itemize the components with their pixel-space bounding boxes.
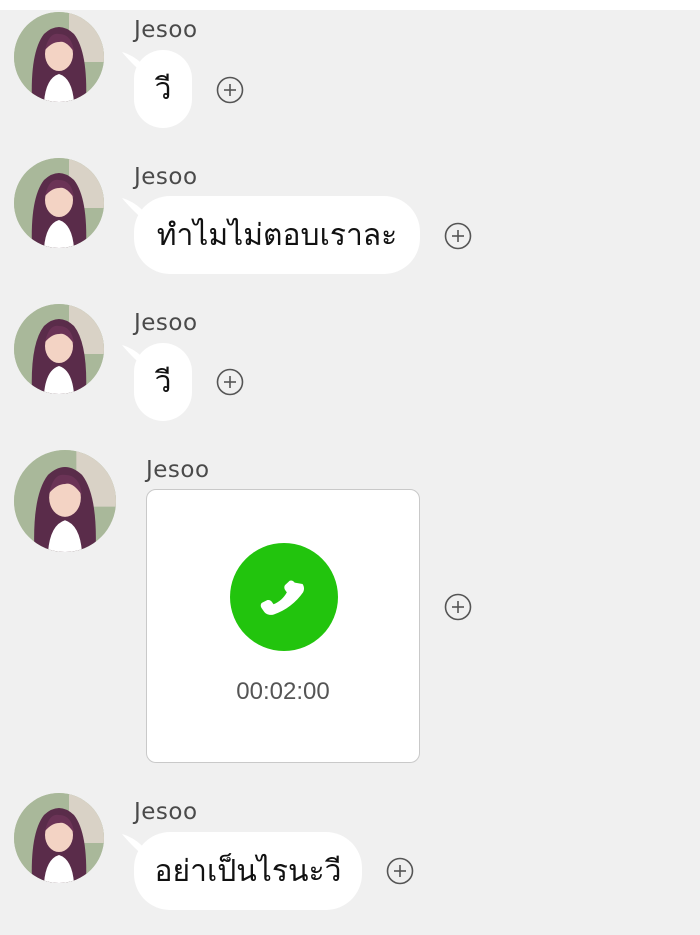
add-reaction-button[interactable] bbox=[444, 593, 472, 621]
voice-call-card[interactable]: 00:02:00 bbox=[146, 489, 420, 763]
sender-name: Jesoo bbox=[134, 310, 198, 336]
avatar-icon bbox=[14, 304, 104, 394]
message-text: วี bbox=[154, 71, 172, 107]
plus-circle-icon bbox=[216, 368, 244, 396]
avatar[interactable] bbox=[14, 158, 104, 248]
message-text: อย่าเป็นไรนะวี bbox=[154, 853, 342, 889]
bubble-tail bbox=[122, 834, 146, 858]
add-reaction-button[interactable] bbox=[216, 76, 244, 104]
phone-icon bbox=[260, 580, 305, 615]
message-bubble[interactable]: วี bbox=[122, 343, 192, 421]
plus-circle-icon bbox=[444, 222, 472, 250]
bubble-tail bbox=[122, 198, 146, 222]
sender-name: Jesoo bbox=[146, 457, 210, 483]
add-reaction-button[interactable] bbox=[386, 857, 414, 885]
plus-circle-icon bbox=[444, 593, 472, 621]
sender-name: Jesoo bbox=[134, 17, 198, 43]
message-text: ทำไมไม่ตอบเราละ bbox=[156, 217, 398, 253]
bubble-tail bbox=[122, 345, 146, 369]
message-text: วี bbox=[154, 364, 172, 400]
avatar[interactable] bbox=[14, 304, 104, 394]
message-bubble[interactable]: ทำไมไม่ตอบเราละ bbox=[122, 196, 420, 274]
avatar[interactable] bbox=[14, 450, 116, 552]
bubble-tail bbox=[122, 52, 146, 76]
top-strip bbox=[0, 0, 700, 10]
avatar[interactable] bbox=[14, 12, 104, 102]
avatar[interactable] bbox=[14, 793, 104, 883]
call-duration: 00:02:00 bbox=[236, 678, 330, 705]
add-reaction-button[interactable] bbox=[216, 368, 244, 396]
avatar-icon bbox=[14, 450, 116, 552]
call-button[interactable] bbox=[230, 543, 338, 651]
message-bubble[interactable]: อย่าเป็นไรนะวี bbox=[122, 832, 362, 910]
add-reaction-button[interactable] bbox=[444, 222, 472, 250]
plus-circle-icon bbox=[216, 76, 244, 104]
avatar-icon bbox=[14, 793, 104, 883]
plus-circle-icon bbox=[386, 857, 414, 885]
sender-name: Jesoo bbox=[134, 799, 198, 825]
avatar-icon bbox=[14, 12, 104, 102]
sender-name: Jesoo bbox=[134, 164, 198, 190]
avatar-icon bbox=[14, 158, 104, 248]
message-bubble[interactable]: วี bbox=[122, 50, 192, 128]
